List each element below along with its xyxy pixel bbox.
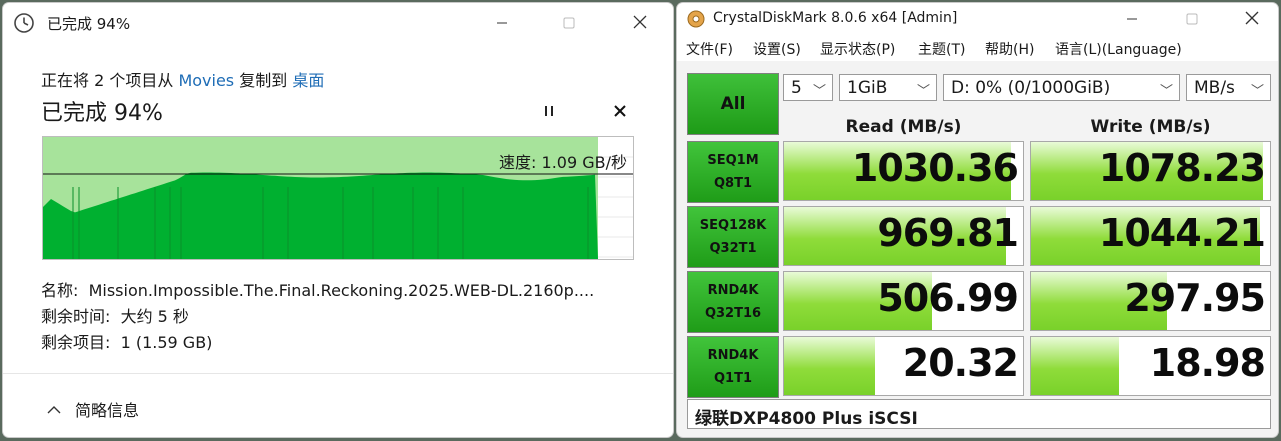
read-column-header: Read (MB/s)	[845, 117, 962, 137]
minimize-icon	[496, 14, 508, 33]
chevron-down-icon: ﹀	[1250, 84, 1264, 99]
fewer-details-button[interactable]: 简略信息	[47, 397, 139, 421]
close-icon	[1245, 10, 1259, 29]
copy-progress-window: 已完成 94% 正在将 2 个项目从 Movies 复制到 桌面 已完成 94%…	[3, 3, 673, 437]
test-queue: Q32T1	[709, 241, 757, 256]
time-remaining-row: 剩余时间: 大约 5 秒	[41, 303, 189, 327]
progress-heading: 已完成 94%	[41, 101, 163, 126]
write-result-value: 18.98	[1149, 341, 1266, 385]
write-result-cell: 18.98	[1030, 336, 1271, 396]
maximize-icon	[563, 14, 575, 33]
read-result-cell: 20.32	[783, 336, 1024, 396]
test-name: RND4K	[707, 283, 759, 298]
test-button-seq1m-q8t1[interactable]: SEQ1M Q8T1	[687, 141, 779, 203]
items-remaining-row: 剩余项目: 1 (1.59 GB)	[41, 329, 212, 353]
run-all-button[interactable]: All	[687, 73, 779, 135]
test-queue: Q1T1	[713, 371, 752, 386]
test-name: SEQ1M	[707, 153, 759, 168]
write-result-cell: 1044.21	[1030, 206, 1271, 266]
source-folder-link[interactable]: Movies	[178, 71, 234, 90]
cdm-window-title: CrystalDiskMark 8.0.6 x64 [Admin]	[713, 10, 958, 26]
disk-app-icon	[687, 10, 705, 28]
close-button[interactable]	[617, 3, 663, 43]
test-queue: Q32T16	[704, 306, 762, 321]
test-queue: Q8T1	[713, 176, 752, 191]
read-result-cell: 969.81	[783, 206, 1024, 266]
write-result-cell: 297.95	[1030, 271, 1271, 331]
maximize-icon	[1186, 10, 1198, 29]
minimize-button[interactable]	[479, 3, 525, 43]
read-result-cell: 1030.36	[783, 141, 1024, 201]
test-button-rnd4k-q1t1[interactable]: RND4K Q1T1	[687, 336, 779, 398]
source-middle: 复制到	[234, 71, 293, 90]
speed-graph: 速度: 1.09 GB/秒	[42, 136, 634, 260]
test-button-rnd4k-q32t16[interactable]: RND4K Q32T16	[687, 271, 779, 333]
test-size-select[interactable]: 1GiB ﹀	[839, 74, 937, 101]
chevron-down-icon: ﹀	[1159, 84, 1173, 99]
maximize-button[interactable]	[546, 3, 592, 43]
chevron-down-icon: ﹀	[812, 84, 826, 99]
test-count-value: 5	[791, 77, 802, 98]
unit-value: MB/s	[1194, 77, 1235, 98]
cdm-maximize-button[interactable]	[1169, 3, 1215, 35]
items-remaining-label: 剩余项目:	[41, 333, 111, 352]
cdm-minimize-button[interactable]	[1109, 3, 1155, 35]
minimize-icon	[1126, 10, 1138, 29]
crystaldiskmark-window: CrystalDiskMark 8.0.6 x64 [Admin] 文件(F) …	[677, 3, 1278, 437]
drive-value: D: 0% (0/1000GiB)	[951, 77, 1111, 98]
chevron-down-icon: ﹀	[916, 84, 930, 99]
write-result-value: 1078.23	[1098, 146, 1266, 190]
time-remaining-label: 剩余时间:	[41, 307, 111, 326]
write-result-value: 1044.21	[1098, 211, 1266, 255]
write-column-header: Write (MB/s)	[1090, 117, 1211, 137]
menu-help[interactable]: 帮助(H)	[985, 39, 1034, 59]
read-result-value: 969.81	[877, 211, 1019, 255]
file-name-row: 名称: Mission.Impossible.The.Final.Reckoni…	[41, 277, 594, 301]
test-name: SEQ128K	[699, 218, 767, 233]
source-prefix: 正在将 2 个项目从	[41, 71, 179, 90]
pause-icon	[542, 103, 556, 122]
menu-language[interactable]: 语言(L)(Language)	[1055, 39, 1182, 59]
test-name: RND4K	[707, 348, 759, 363]
items-remaining-value: 1 (1.59 GB)	[120, 333, 213, 352]
speed-label: 速度: 1.09 GB/秒	[499, 153, 627, 172]
cancel-icon	[613, 103, 627, 122]
file-name-label: 名称:	[41, 281, 79, 300]
write-result-cell: 1078.23	[1030, 141, 1271, 201]
write-result-value: 297.95	[1124, 276, 1266, 320]
copy-source-line: 正在将 2 个项目从 Movies 复制到 桌面	[41, 67, 324, 91]
test-size-value: 1GiB	[847, 77, 888, 98]
footer-divider	[3, 373, 673, 374]
copy-title-bar[interactable]: 已完成 94%	[3, 3, 673, 43]
read-result-value: 20.32	[902, 341, 1019, 385]
read-result-value: 1030.36	[851, 146, 1019, 190]
file-name-value: Mission.Impossible.The.Final.Reckoning.2…	[88, 281, 595, 300]
read-result-value: 506.99	[877, 276, 1019, 320]
chevron-up-icon	[47, 400, 61, 419]
write-result-bar	[1031, 337, 1120, 395]
test-count-select[interactable]: 5 ﹀	[783, 74, 833, 101]
pause-button[interactable]	[535, 99, 563, 125]
menu-theme[interactable]: 主题(T)	[918, 39, 965, 59]
comment-field[interactable]: 绿联DXP4800 Plus iSCSI	[687, 399, 1271, 429]
close-icon	[633, 14, 647, 33]
window-title: 已完成 94%	[47, 15, 131, 33]
drive-select[interactable]: D: 0% (0/1000GiB) ﹀	[943, 74, 1180, 101]
menu-bar: 文件(F) 设置(S) 显示状态(P) 主题(T) 帮助(H) 语言(L)(La…	[677, 35, 1278, 61]
cdm-title-bar[interactable]: CrystalDiskMark 8.0.6 x64 [Admin]	[677, 3, 1278, 35]
menu-view[interactable]: 显示状态(P)	[820, 39, 895, 59]
cdm-close-button[interactable]	[1229, 3, 1275, 35]
unit-select[interactable]: MB/s ﹀	[1186, 74, 1271, 101]
clock-icon	[13, 12, 35, 34]
menu-file[interactable]: 文件(F)	[686, 39, 733, 59]
read-result-cell: 506.99	[783, 271, 1024, 331]
destination-folder-link[interactable]: 桌面	[292, 71, 324, 90]
menu-settings[interactable]: 设置(S)	[753, 39, 801, 59]
benchmark-panel: All 5 ﹀ 1GiB ﹀ D: 0% (0/1000GiB) ﹀ MB/s ﹀ Re…	[681, 67, 1274, 433]
cancel-button[interactable]	[606, 99, 634, 125]
test-button-seq128k-q32t1[interactable]: SEQ128K Q32T1	[687, 206, 779, 268]
time-remaining-value: 大约 5 秒	[120, 307, 189, 326]
fewer-details-label: 简略信息	[75, 401, 140, 420]
read-result-bar	[784, 337, 875, 395]
